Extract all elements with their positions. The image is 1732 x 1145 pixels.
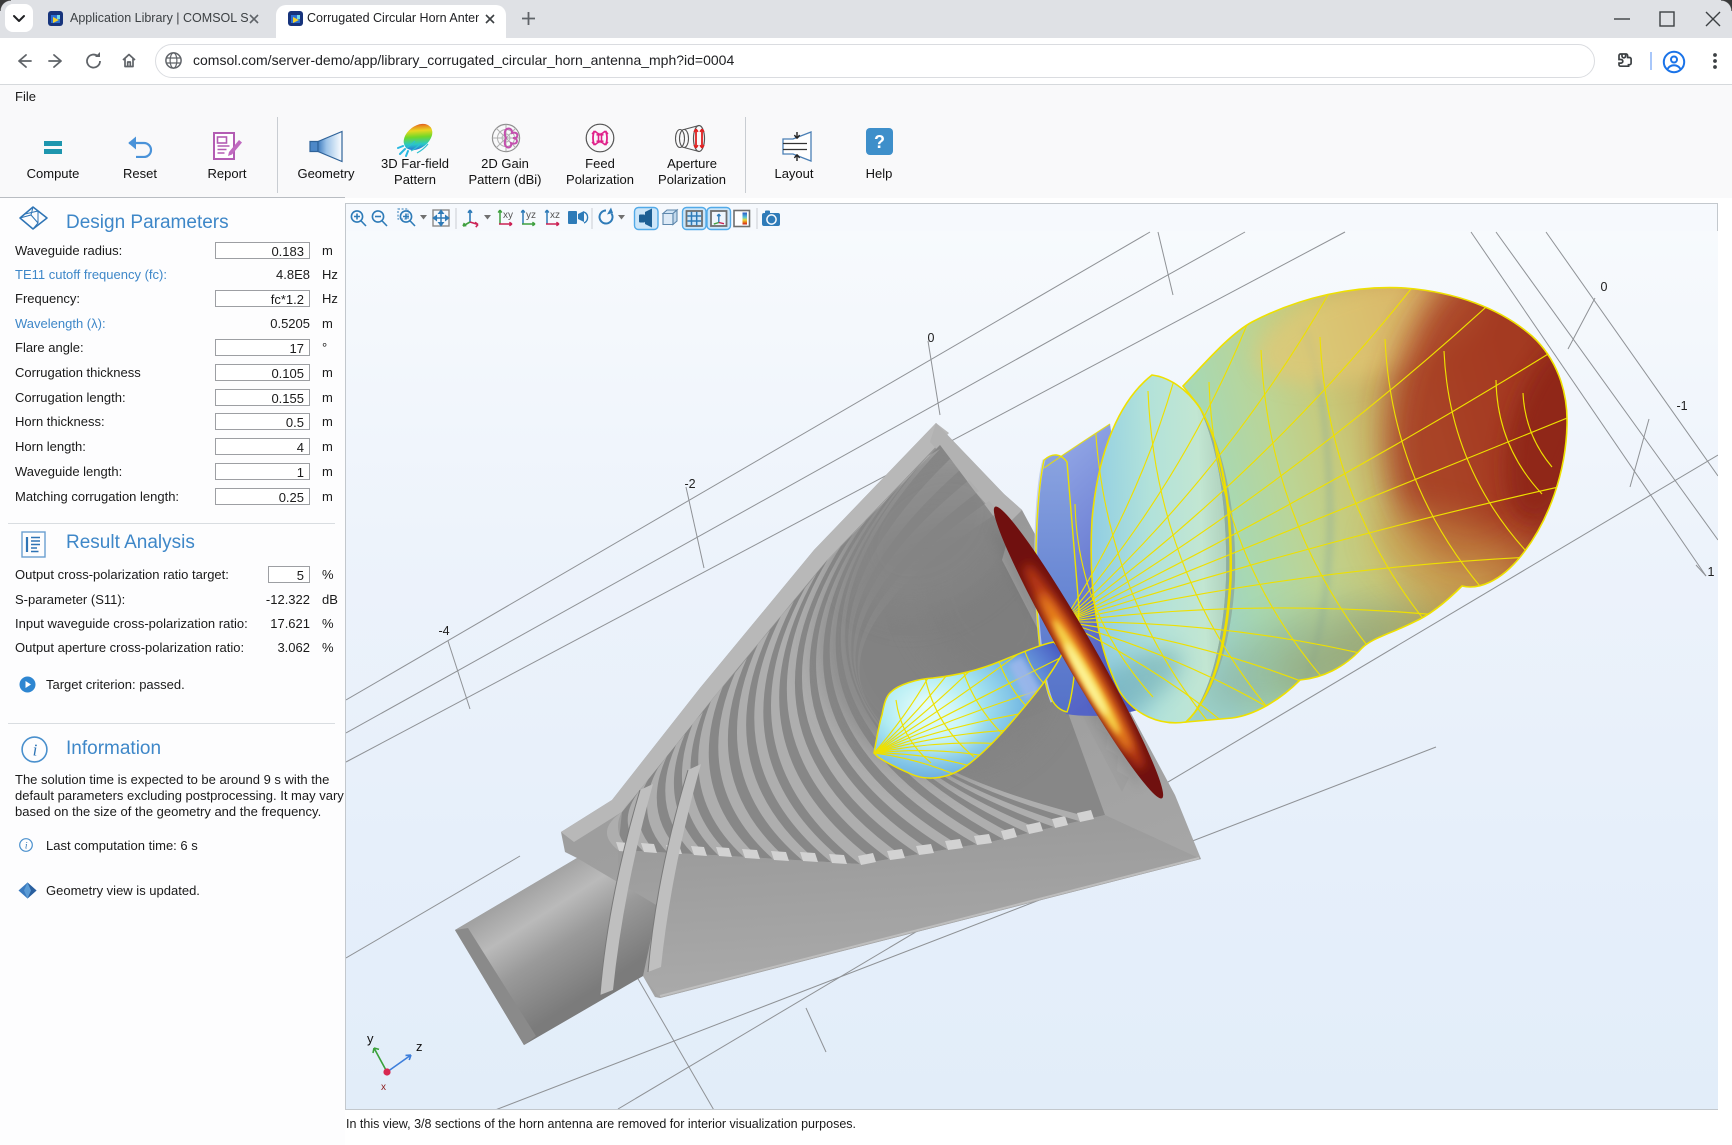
svg-text:0: 0 [928,331,935,345]
svg-text:z: z [416,1039,423,1054]
svg-text:i: i [25,842,28,852]
svg-text:i: i [33,741,38,760]
svg-text:yz: yz [526,210,536,221]
svg-text:?: ? [874,132,885,152]
svg-text:-4: -4 [438,624,449,638]
svg-text:-1: -1 [1676,399,1687,413]
svg-text:1: 1 [1708,565,1715,579]
svg-text:-2: -2 [684,477,695,491]
svg-text:y: y [367,1031,374,1046]
svg-text:xy: xy [503,210,513,221]
svg-text:x: x [381,1082,386,1093]
svg-text:0: 0 [1601,280,1608,294]
svg-text:xz: xz [550,210,560,221]
